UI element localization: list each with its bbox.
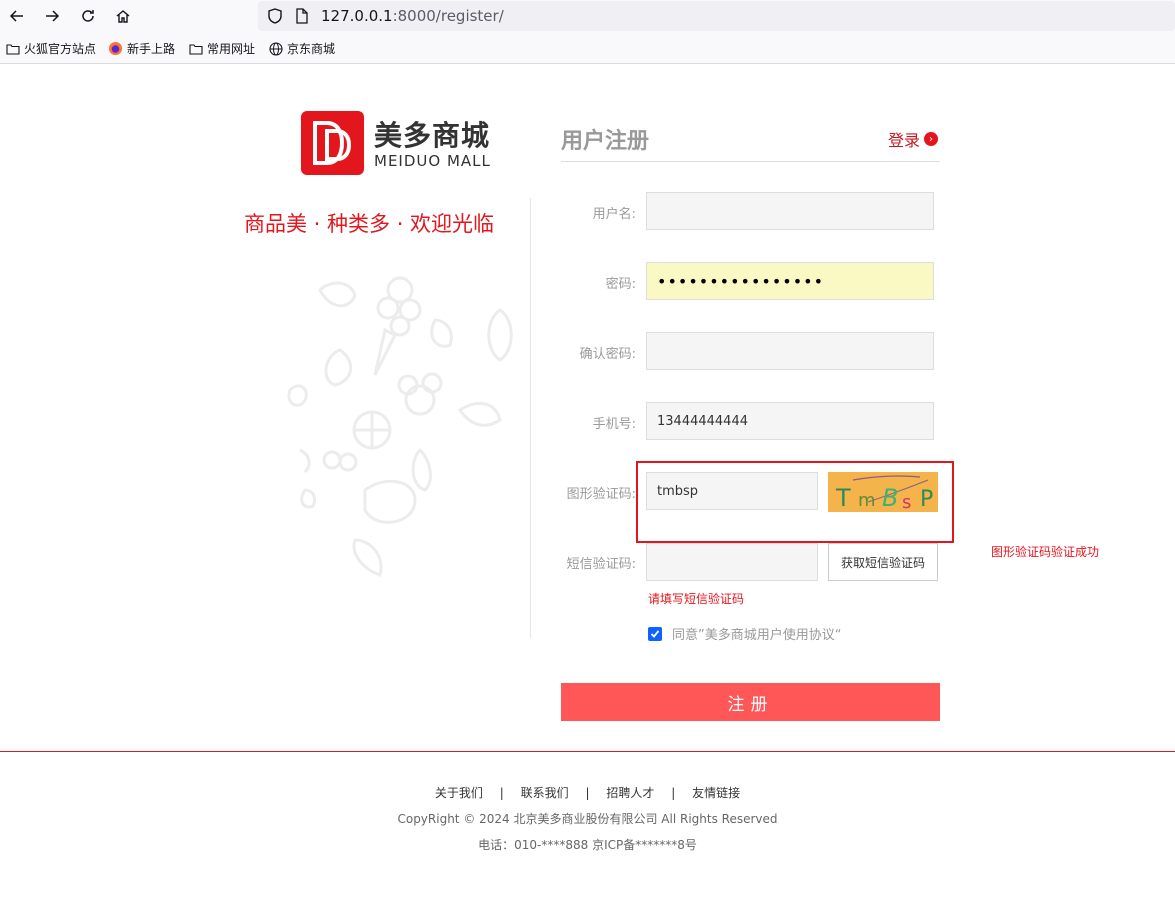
browser-toolbar: 127.0.0.1:8000/register/ bbox=[0, 0, 1175, 32]
confirm-password-label: 确认密码: bbox=[579, 347, 636, 362]
bookmark-label: 火狐官方站点 bbox=[24, 42, 97, 56]
footer-separator: | bbox=[499, 786, 504, 800]
home-icon bbox=[116, 10, 130, 23]
phone-input[interactable]: 13444444444 bbox=[646, 402, 934, 440]
page-icon bbox=[296, 8, 308, 24]
sms-code-input[interactable] bbox=[646, 543, 818, 581]
url-text: 127.0.0.1:8000/register/ bbox=[321, 7, 504, 25]
title-divider bbox=[561, 161, 940, 162]
bookmark-firefox-site[interactable]: 火狐官方站点 bbox=[6, 40, 96, 57]
username-label: 用户名: bbox=[592, 207, 636, 222]
footer-copyright: CopyRight © 2024 北京美多商业股份有限公司 All Rights… bbox=[397, 812, 778, 826]
slogan: 商品美 · 种类多 · 欢迎光临 bbox=[244, 212, 495, 236]
folder-icon bbox=[6, 43, 20, 55]
url-path: :8000/register/ bbox=[392, 7, 504, 25]
login-link[interactable]: 登录 › bbox=[888, 127, 939, 151]
bookmark-getting-started[interactable]: 新手上路 bbox=[108, 40, 175, 57]
bookmark-label: 京东商城 bbox=[287, 42, 336, 56]
home-button[interactable] bbox=[112, 5, 134, 27]
footer-separator: | bbox=[671, 786, 676, 800]
url-bar[interactable]: 127.0.0.1:8000/register/ bbox=[258, 1, 1175, 31]
shield-icon bbox=[268, 8, 282, 24]
password-input[interactable]: •••••••••••••••• bbox=[646, 262, 934, 300]
agreement-row: 同意”美多商城用户使用协议“ bbox=[648, 624, 841, 643]
password-label: 密码: bbox=[605, 277, 636, 292]
register-submit-button[interactable]: 注册 bbox=[561, 683, 940, 721]
globe-icon bbox=[269, 41, 283, 56]
register-title: 用户注册 bbox=[561, 129, 650, 154]
username-input[interactable] bbox=[646, 192, 934, 230]
back-arrow-icon bbox=[9, 10, 23, 22]
decorative-food-illustration bbox=[287, 276, 513, 577]
agree-label: 同意”美多商城用户使用协议“ bbox=[672, 628, 842, 643]
logo-name-cn: 美多商城 bbox=[374, 119, 491, 152]
logo-name-en: MEIDUO MALL bbox=[374, 152, 491, 170]
firefox-icon bbox=[108, 41, 123, 56]
get-sms-code-button[interactable]: 获取短信验证码 bbox=[828, 543, 938, 581]
footer-divider bbox=[0, 751, 1175, 752]
arrow-right-icon: › bbox=[924, 132, 939, 146]
site-logo[interactable]: 美多商城 MEIDUO MALL bbox=[301, 111, 491, 175]
footer-link-about[interactable]: 关于我们 bbox=[435, 786, 483, 800]
footer-link-contact[interactable]: 联系我们 bbox=[521, 786, 569, 800]
footer-tel: 电话：010-****888 京ICP备*******8号 bbox=[478, 838, 697, 852]
reload-button[interactable] bbox=[77, 5, 99, 27]
bookmark-label: 常用网址 bbox=[207, 42, 256, 56]
reload-icon bbox=[82, 10, 94, 22]
forward-button[interactable] bbox=[41, 5, 63, 27]
footer-link-careers[interactable]: 招聘人才 bbox=[606, 786, 654, 800]
folder-icon bbox=[189, 43, 203, 55]
bookmark-common-sites[interactable]: 常用网址 bbox=[189, 40, 255, 57]
url-host: 127.0.0.1 bbox=[321, 7, 393, 25]
confirm-password-input[interactable] bbox=[646, 332, 934, 370]
login-link-label: 登录 bbox=[888, 131, 921, 150]
footer-links: 关于我们 | 联系我们 | 招聘人才 | 友情链接 bbox=[0, 784, 1175, 801]
bookmark-label: 新手上路 bbox=[127, 42, 176, 56]
footer-link-friends[interactable]: 友情链接 bbox=[692, 786, 740, 800]
sms-code-error: 请填写短信验证码 bbox=[648, 592, 745, 606]
checkmark-icon bbox=[650, 629, 660, 638]
footer-separator: | bbox=[585, 786, 590, 800]
sms-code-label: 短信验证码: bbox=[566, 557, 636, 572]
agree-checkbox[interactable] bbox=[648, 626, 662, 641]
back-button[interactable] bbox=[6, 5, 28, 27]
bookmark-jd-mall[interactable]: 京东商城 bbox=[269, 40, 335, 57]
forward-arrow-icon bbox=[46, 10, 60, 22]
image-code-label: 图形验证码: bbox=[566, 487, 636, 502]
phone-label: 手机号: bbox=[592, 417, 636, 432]
highlight-box bbox=[636, 461, 954, 543]
bookmarks-bar: 火狐官方站点 新手上路 常用网址 京东商城 bbox=[0, 32, 1175, 64]
image-code-success-message: 图形验证码验证成功 bbox=[991, 545, 1100, 559]
logo-mark-icon bbox=[301, 111, 364, 175]
